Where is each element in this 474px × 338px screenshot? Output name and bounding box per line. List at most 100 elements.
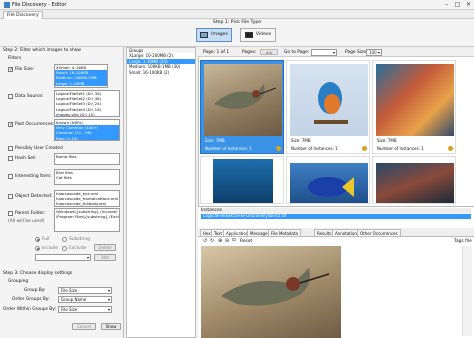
zoom-in-icon[interactable]: ⊕: [218, 238, 222, 244]
file-size-list[interactable]: XSmall: 0-16KB Small: 16-100KB Medium: 1…: [54, 64, 108, 88]
substring-radio[interactable]: [62, 237, 67, 242]
thumbnail-image: [204, 64, 282, 136]
goto-input[interactable]: [311, 49, 337, 56]
tag-icon[interactable]: [448, 146, 453, 151]
minimize-icon[interactable]: –: [441, 0, 452, 9]
thumb-instances: Number of Instances: 1: [377, 146, 424, 151]
folder-input[interactable]: [35, 254, 91, 261]
user-created-label: Possibly User Created: [15, 146, 63, 151]
page-size-select[interactable]: 100: [366, 49, 382, 56]
thumb-size: Size: 7MB: [205, 138, 225, 143]
tab-file-metadata[interactable]: File Metadata: [268, 229, 301, 236]
past-occurrences-list[interactable]: Known (NSRL) Very Common (100+) Common (…: [54, 119, 120, 141]
step3-label: Step 3: Choose display settings: [3, 271, 73, 276]
image-viewer: ↺ ↻ ⊕ ⊖ ⊡ Reset Tags file: [198, 237, 474, 338]
user-created-checkbox[interactable]: [8, 146, 13, 151]
file-size-checkbox[interactable]: [8, 67, 13, 72]
rotate-right-icon[interactable]: ↻: [210, 238, 214, 244]
exclude-radio[interactable]: [62, 246, 67, 251]
parent-folder-note: (All will be used): [8, 219, 45, 224]
filters-label: Filters: [8, 56, 22, 61]
file-size-label: File Size:: [15, 67, 35, 72]
videos-type-button[interactable]: Videos: [240, 28, 276, 42]
thumbnail[interactable]: [200, 156, 284, 204]
thumbnail[interactable]: [286, 156, 370, 204]
data-source-label: Data Source:: [15, 94, 44, 99]
full-label: Full: [42, 237, 50, 242]
thumb-instances: Number of Instances: 1: [291, 146, 338, 151]
parent-folder-list[interactable]: \Windows\{substring} (Include) \Program …: [54, 208, 120, 232]
object-detected-checkbox[interactable]: [8, 194, 13, 199]
tag-icon[interactable]: [362, 146, 367, 151]
list-item[interactable]: Large: 1-10MB: [55, 80, 107, 86]
interesting-item-list[interactable]: Bird files Cat files: [54, 169, 120, 185]
list-item[interactable]: Bomb files: [55, 154, 119, 159]
hash-set-list[interactable]: Bomb files: [54, 153, 120, 165]
instance-row[interactable]: LogicalFileSet1\File-Discovery\bird1.tif: [201, 214, 471, 220]
add-button[interactable]: Add: [94, 254, 116, 261]
parent-folder-checkbox[interactable]: [8, 211, 13, 216]
hash-set-checkbox[interactable]: [8, 156, 13, 161]
order-groups-label: Order Groups By:: [12, 297, 50, 302]
thumbnail[interactable]: Size: 7MB Number of Instances: 1: [200, 60, 284, 154]
reset-button[interactable]: Reset: [240, 239, 252, 244]
page-label: Page: 1 of 1: [203, 50, 230, 55]
order-groups-select[interactable]: Group Name: [58, 296, 112, 303]
full-radio[interactable]: [35, 237, 40, 242]
interesting-item-checkbox[interactable]: [8, 174, 13, 179]
list-item[interactable]: haarcascade_fullbody.xml: [55, 201, 119, 206]
tab-file-discovery[interactable]: File Discovery: [3, 11, 43, 19]
list-item[interactable]: \Program Files\{substring} (Exclude): [55, 214, 119, 219]
images-type-button[interactable]: Images: [196, 28, 232, 42]
maximize-icon[interactable]: □: [452, 0, 463, 9]
thumbnail[interactable]: Size: 7MB Number of Instances: 1: [286, 60, 370, 154]
data-source-checkbox[interactable]: [8, 94, 13, 99]
group-by-select[interactable]: File Size: [58, 287, 112, 294]
past-occurrences-checkbox[interactable]: [8, 122, 13, 127]
images-type-label: Images: [211, 32, 228, 38]
prev-next-buttons[interactable]: ◀ ▶: [260, 49, 278, 55]
data-source-list[interactable]: LogicalFileSet1 (D:\ 30) LogicalFileSet2…: [54, 90, 120, 117]
show-button[interactable]: Show: [101, 323, 121, 330]
groups-panel: Groups XLarge: 10-200MB (2) Large: 1-10M…: [126, 47, 196, 338]
page-size-label: Page Size:: [345, 50, 368, 55]
rotate-left-icon[interactable]: ↺: [203, 238, 207, 244]
exclude-label: Exclude: [69, 246, 87, 251]
delete-button[interactable]: Delete: [94, 244, 116, 251]
thumbnail[interactable]: [372, 156, 456, 204]
thumbnail-image: [290, 163, 368, 203]
preview-image: [201, 246, 341, 338]
thumbnail-image: [213, 159, 273, 203]
tab-other-occurrences[interactable]: Other Occurrences: [357, 229, 401, 236]
include-label: Include: [42, 246, 58, 251]
instances-header: Instances: [201, 208, 471, 214]
videos-type-label: Videos: [255, 32, 272, 38]
cancel-button[interactable]: Cancel: [72, 323, 96, 330]
tag-icon[interactable]: [276, 146, 281, 151]
parent-folder-label: Parent Folder:: [15, 211, 46, 216]
tab-message[interactable]: Message: [247, 229, 271, 236]
pager-bar: Page: 1 of 1 Pages: ◀ ▶ Go to Page: Page…: [198, 47, 474, 57]
zoom-fit-icon[interactable]: ⊡: [232, 238, 236, 243]
thumb-size: Size: 7MB: [291, 138, 311, 143]
object-detected-label: Object Detected:: [15, 194, 53, 199]
thumbnail-image: [376, 163, 454, 203]
step1-label: Step 1: Pick File Type: [212, 20, 262, 25]
grouping-label: Grouping: [8, 279, 29, 284]
zoom-out-icon[interactable]: ⊖: [225, 238, 229, 244]
window-title: File Discovery - Editor: [12, 2, 67, 8]
list-item[interactable]: images.vhd (D:\ 12): [55, 112, 119, 116]
list-item[interactable]: Cat files: [55, 175, 119, 180]
group-item[interactable]: Small: 16-100KB (2): [127, 70, 195, 75]
thumbnail[interactable]: Size: 7MB Number of Instances: 1: [372, 60, 456, 154]
app-icon: [4, 2, 10, 8]
image-icon: [200, 32, 209, 38]
close-icon[interactable]: ✕: [463, 0, 474, 9]
list-item[interactable]: Rare (1-10): [55, 135, 119, 140]
pages-label: Pages:: [242, 50, 257, 55]
title-bar: File Discovery - Editor – □ ✕: [0, 0, 474, 10]
order-within-select[interactable]: File Size: [58, 306, 112, 313]
include-radio[interactable]: [35, 246, 40, 251]
object-detected-list[interactable]: haarcascade_eye.xml haarcascade_frontalc…: [54, 190, 120, 207]
past-occurrences-label: Past Occurrences:: [15, 122, 55, 127]
